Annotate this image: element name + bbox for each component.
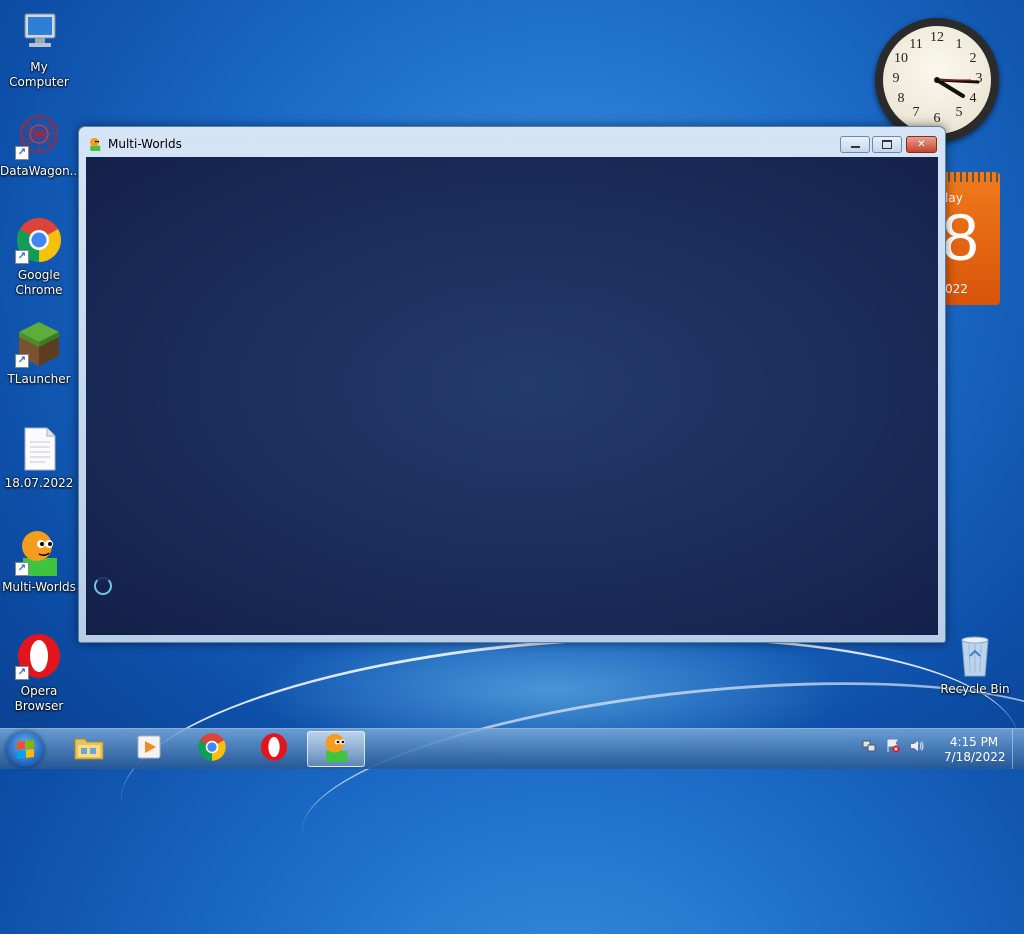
shortcut-arrow-icon: ↗ bbox=[15, 146, 29, 160]
computer-icon bbox=[15, 8, 63, 56]
desktop-icon-recycle-bin[interactable]: Recycle Bin bbox=[936, 630, 1014, 697]
window-titlebar[interactable]: Multi-Worlds ✕ bbox=[79, 127, 945, 157]
explorer-icon bbox=[73, 733, 105, 765]
window-title: Multi-Worlds bbox=[108, 137, 182, 151]
shortcut-arrow-icon: ↗ bbox=[15, 562, 29, 576]
desktop-icon-label: TLauncher bbox=[7, 372, 71, 386]
chrome-icon bbox=[197, 732, 227, 766]
media-player-icon bbox=[135, 733, 163, 765]
calendar-rings bbox=[942, 172, 1000, 182]
taskbar-media-player-button[interactable] bbox=[120, 731, 178, 767]
multi-worlds-icon: ↗ bbox=[15, 528, 63, 576]
desktop-icon-tlauncher[interactable]: ↗ TLauncher bbox=[0, 320, 78, 387]
shortcut-arrow-icon: ↗ bbox=[15, 666, 29, 680]
close-icon: ✕ bbox=[917, 139, 926, 150]
multi-worlds-icon bbox=[321, 732, 351, 766]
desktop-icon-multi-worlds[interactable]: ↗ Multi-Worlds bbox=[0, 528, 78, 595]
maximize-button[interactable] bbox=[872, 136, 902, 153]
desktop-icon-opera[interactable]: ↗ Opera Browser bbox=[0, 632, 78, 714]
taskbar: 4:15 PM 7/18/2022 bbox=[0, 728, 1024, 769]
datawagon-icon: ↗ bbox=[15, 112, 63, 160]
desktop-icon-label: Google Chrome bbox=[15, 268, 63, 297]
clock-face: 12 1 2 3 4 5 6 7 8 9 10 11 bbox=[883, 26, 991, 134]
volume-icon[interactable] bbox=[910, 739, 924, 753]
loading-spinner-icon bbox=[94, 577, 112, 595]
clock-center bbox=[934, 77, 940, 83]
opera-icon: ↗ bbox=[15, 632, 63, 680]
desktop-icon-my-computer[interactable]: My Computer bbox=[0, 8, 78, 90]
chrome-icon: ↗ bbox=[15, 216, 63, 264]
calendar-date: 8 bbox=[942, 200, 979, 274]
taskbar-time: 4:15 PM bbox=[949, 735, 999, 749]
show-desktop-button[interactable] bbox=[1012, 729, 1024, 769]
desktop-icon-datawagon[interactable]: ↗ DataWagon... bbox=[0, 112, 82, 179]
tlauncher-icon: ↗ bbox=[15, 320, 63, 368]
shortcut-arrow-icon: ↗ bbox=[15, 354, 29, 368]
maximize-icon bbox=[882, 140, 892, 149]
taskbar-chrome-button[interactable] bbox=[183, 731, 241, 767]
opera-icon bbox=[259, 732, 289, 766]
calendar-year: 022 bbox=[945, 282, 968, 296]
desktop-icon-label: 18.07.2022 bbox=[4, 476, 74, 490]
network-icon[interactable] bbox=[862, 739, 876, 753]
desktop-icon-label: DataWagon... bbox=[0, 164, 82, 178]
taskbar-opera-button[interactable] bbox=[245, 731, 303, 767]
desktop-icon-label: Opera Browser bbox=[14, 684, 64, 713]
minimize-icon bbox=[850, 146, 860, 148]
shortcut-arrow-icon: ↗ bbox=[15, 250, 29, 264]
window-content[interactable] bbox=[86, 157, 938, 635]
desktop-icon-google-chrome[interactable]: ↗ Google Chrome bbox=[0, 216, 78, 298]
text-file-icon bbox=[15, 424, 63, 472]
taskbar-explorer-button[interactable] bbox=[60, 731, 118, 767]
clock-gadget[interactable]: 12 1 2 3 4 5 6 7 8 9 10 11 bbox=[875, 18, 999, 142]
clock-hands bbox=[934, 77, 980, 98]
system-tray bbox=[862, 739, 924, 753]
minimize-button[interactable] bbox=[840, 136, 870, 153]
desktop-icon-label: Recycle Bin bbox=[940, 682, 1010, 696]
app-window[interactable]: Multi-Worlds ✕ bbox=[78, 126, 946, 643]
desktop-icon-label: My Computer bbox=[9, 60, 69, 89]
action-center-icon[interactable] bbox=[886, 739, 900, 753]
recycle-bin-icon bbox=[951, 630, 999, 678]
desktop-icon-label: Multi-Worlds bbox=[2, 580, 76, 594]
start-button[interactable] bbox=[6, 731, 44, 767]
taskbar-clock[interactable]: 4:15 PM 7/18/2022 bbox=[944, 735, 1006, 765]
close-button[interactable]: ✕ bbox=[906, 136, 937, 153]
taskbar-multi-worlds-button[interactable] bbox=[307, 731, 365, 767]
desktop-icon-text-file[interactable]: 18.07.2022 bbox=[0, 424, 78, 491]
multi-worlds-icon bbox=[88, 136, 102, 151]
calendar-gadget[interactable]: lay 8 022 bbox=[942, 172, 1000, 305]
taskbar-date: 7/18/2022 bbox=[944, 750, 1006, 764]
windows-logo-icon bbox=[17, 740, 34, 759]
